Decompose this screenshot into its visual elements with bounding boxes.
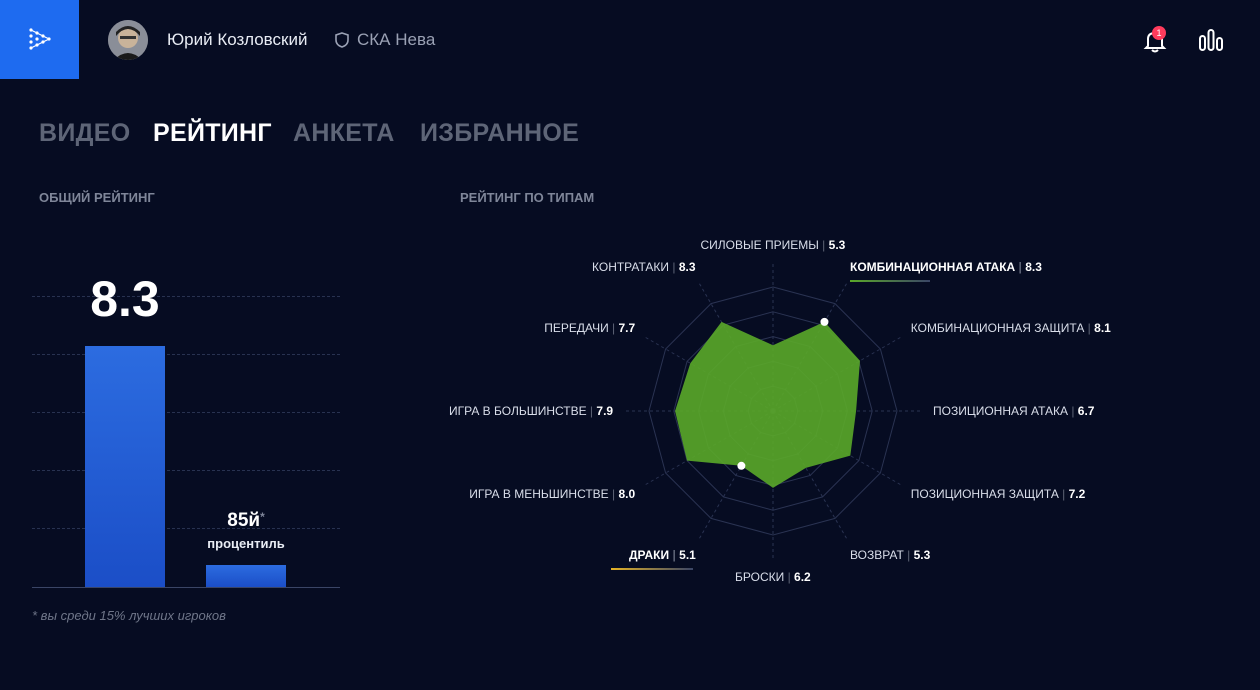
shield-icon bbox=[335, 32, 349, 48]
axis-separator: | bbox=[1068, 404, 1078, 418]
radar-point-marker[interactable] bbox=[737, 461, 746, 470]
percentile-bar bbox=[206, 565, 286, 587]
tab-rating[interactable]: РЕЙТИНГ bbox=[153, 119, 272, 148]
overall-rating-title: ОБЩИЙ РЕЙТИНГ bbox=[39, 190, 155, 205]
axis-separator: | bbox=[1015, 260, 1026, 275]
axis-name: КОМБИНАЦИОННАЯ АТАКА bbox=[850, 260, 1016, 275]
axis-name: ИГРА В МЕНЬШИНСТВЕ bbox=[469, 487, 609, 501]
radar-axis-label[interactable]: КОНТРАТАКИ | 8.3 bbox=[592, 260, 696, 274]
radar-axis-label[interactable]: ПЕРЕДАЧИ | 7.7 bbox=[544, 321, 635, 335]
axis-value: 7.7 bbox=[618, 321, 636, 335]
play-logo-icon bbox=[28, 27, 51, 50]
axis-separator: | bbox=[1084, 321, 1095, 335]
axis-value: 8.0 bbox=[618, 487, 636, 501]
radar-axis-label[interactable]: ИГРА В МЕНЬШИНСТВЕ | 8.0 bbox=[469, 487, 635, 501]
axis-separator: | bbox=[586, 404, 597, 418]
axis-value: 7.9 bbox=[596, 404, 614, 418]
axis-name: БРОСКИ bbox=[735, 570, 785, 584]
axis-value: 8.3 bbox=[678, 260, 696, 275]
percentile-asterisk: * bbox=[260, 510, 265, 524]
overall-rating-chart: 8.3 85й* процентиль bbox=[32, 220, 344, 590]
gridline bbox=[32, 528, 340, 529]
axis-highlight-underline bbox=[850, 280, 930, 283]
radar-axis-label[interactable]: КОМБИНАЦИОННАЯ ЗАЩИТА | 8.1 bbox=[911, 321, 1111, 335]
axis-name: СИЛОВЫЕ ПРИЕМЫ bbox=[700, 238, 819, 252]
radar-axis-label[interactable]: ДРАКИ | 5.1 bbox=[611, 547, 696, 570]
axis-highlight-underline bbox=[611, 567, 693, 570]
radar-axis-label[interactable]: БРОСКИ | 6.2 bbox=[735, 570, 811, 584]
axis-value: 5.3 bbox=[913, 547, 931, 562]
axis-name: ПОЗИЦИОННАЯ ЗАЩИТА bbox=[910, 487, 1059, 501]
radar-chart: СИЛОВЫЕ ПРИЕМЫ | 5.3 КОМБИНАЦИОННАЯ АТАКА… bbox=[449, 220, 1160, 600]
rating-footnote: * вы среди 15% лучших игроков bbox=[32, 608, 226, 623]
overall-rating-value: 8.3 bbox=[90, 271, 160, 327]
app-logo[interactable] bbox=[0, 0, 79, 79]
axis-separator: | bbox=[1058, 487, 1069, 501]
axis-name: ПОЗИЦИОННАЯ АТАКА bbox=[933, 404, 1068, 418]
radar-axis-label[interactable]: ВОЗВРАТ | 5.3 bbox=[850, 548, 930, 562]
axis-value: 5.3 bbox=[828, 238, 846, 252]
notification-badge: 1 bbox=[1152, 26, 1166, 40]
team-info[interactable]: СКА Нева bbox=[335, 30, 435, 50]
tab-favorites[interactable]: ИЗБРАННОЕ bbox=[420, 119, 579, 148]
axis-separator: | bbox=[903, 547, 914, 562]
axis-value: 5.1 bbox=[679, 547, 696, 562]
axis-separator: | bbox=[818, 238, 829, 252]
gridline bbox=[32, 470, 340, 471]
radar-data-area bbox=[675, 321, 860, 488]
radar-axis-label[interactable]: ИГРА В БОЛЬШИНСТВЕ | 7.9 bbox=[449, 404, 613, 418]
axis-name: ПЕРЕДАЧИ bbox=[544, 321, 609, 335]
axis-value: 6.7 bbox=[1077, 404, 1095, 418]
gridline bbox=[32, 296, 340, 297]
axis-value: 8.1 bbox=[1094, 321, 1111, 335]
axis-value: 8.3 bbox=[1025, 260, 1042, 275]
radar-axis-label[interactable]: ПОЗИЦИОННАЯ ЗАЩИТА | 7.2 bbox=[911, 487, 1086, 501]
team-name: СКА Нева bbox=[357, 30, 436, 49]
axis-separator: | bbox=[669, 260, 679, 275]
stats-icon[interactable] bbox=[1198, 28, 1224, 52]
chart-baseline bbox=[32, 587, 340, 588]
axis-name: КОМБИНАЦИОННАЯ ЗАЩИТА bbox=[910, 321, 1085, 335]
axis-name: ДРАКИ bbox=[629, 547, 670, 562]
radar-axis-label[interactable]: КОМБИНАЦИОННАЯ АТАКА | 8.3 bbox=[850, 260, 1042, 283]
radar-point-marker[interactable] bbox=[820, 317, 829, 326]
user-name[interactable]: Юрий Козловский bbox=[167, 30, 307, 50]
gridline bbox=[32, 412, 340, 413]
axis-name: ИГРА В БОЛЬШИНСТВЕ bbox=[449, 404, 587, 418]
axis-name: ВОЗВРАТ bbox=[850, 547, 904, 562]
axis-separator: | bbox=[669, 547, 680, 562]
radar-axis-label[interactable]: ПОЗИЦИОННАЯ АТАКА | 6.7 bbox=[933, 404, 1094, 418]
tab-video[interactable]: ВИДЕО bbox=[39, 119, 130, 148]
axis-value: 6.2 bbox=[794, 570, 811, 584]
percentile-value: 85й* bbox=[206, 510, 286, 532]
overall-rating-bar bbox=[85, 346, 165, 587]
axis-name: КОНТРАТАКИ bbox=[592, 260, 670, 275]
tab-profile[interactable]: АНКЕТА bbox=[293, 119, 395, 148]
axis-separator: | bbox=[784, 570, 795, 584]
rating-by-type-title: РЕЙТИНГ ПО ТИПАМ bbox=[460, 190, 595, 205]
axis-value: 7.2 bbox=[1068, 487, 1086, 501]
axis-separator: | bbox=[608, 321, 619, 335]
gridline bbox=[32, 354, 340, 355]
radar-axis-label[interactable]: СИЛОВЫЕ ПРИЕМЫ | 5.3 bbox=[701, 238, 846, 252]
axis-separator: | bbox=[608, 487, 619, 501]
percentile-number: 85й bbox=[227, 510, 261, 531]
user-avatar[interactable] bbox=[108, 20, 148, 60]
percentile-label: процентиль bbox=[207, 536, 285, 551]
avatar-image bbox=[108, 20, 148, 60]
